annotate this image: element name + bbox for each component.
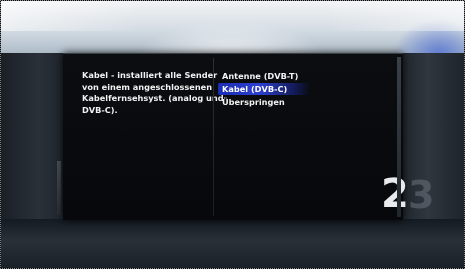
background-left-wall [1, 53, 63, 233]
option-ueberspringen[interactable]: Überspringen [218, 96, 398, 108]
description-line: Kabel - installiert alle Sender [82, 70, 218, 80]
step-number: 2 [381, 171, 409, 217]
options-list: Antenne (DVB-T) Kabel (DVB-C) Überspring… [218, 70, 398, 109]
option-description: Kabel - installiert alle Sender von eine… [82, 70, 224, 116]
option-kabel-dvb-c[interactable]: Kabel (DVB-C) [218, 83, 310, 95]
installation-panel: Kabel - installiert alle Sender von eine… [63, 53, 434, 220]
description-line: von einem angeschlossenen [82, 81, 213, 92]
description-line: DVB-C). [82, 104, 118, 115]
panel-divider [213, 58, 214, 216]
description-line: Kabelfernsehsyst. (analog und [82, 93, 224, 103]
decorative-bar-right [397, 57, 401, 217]
decorative-bar-left [57, 161, 61, 215]
option-antenne-dvb-t[interactable]: Antenne (DVB-T) [218, 70, 398, 82]
background-glow [1, 1, 464, 31]
next-step-hint: 3 [408, 173, 435, 217]
tv-screen: Kabel - installiert alle Sender von eine… [0, 0, 465, 269]
background-floor [1, 219, 464, 268]
